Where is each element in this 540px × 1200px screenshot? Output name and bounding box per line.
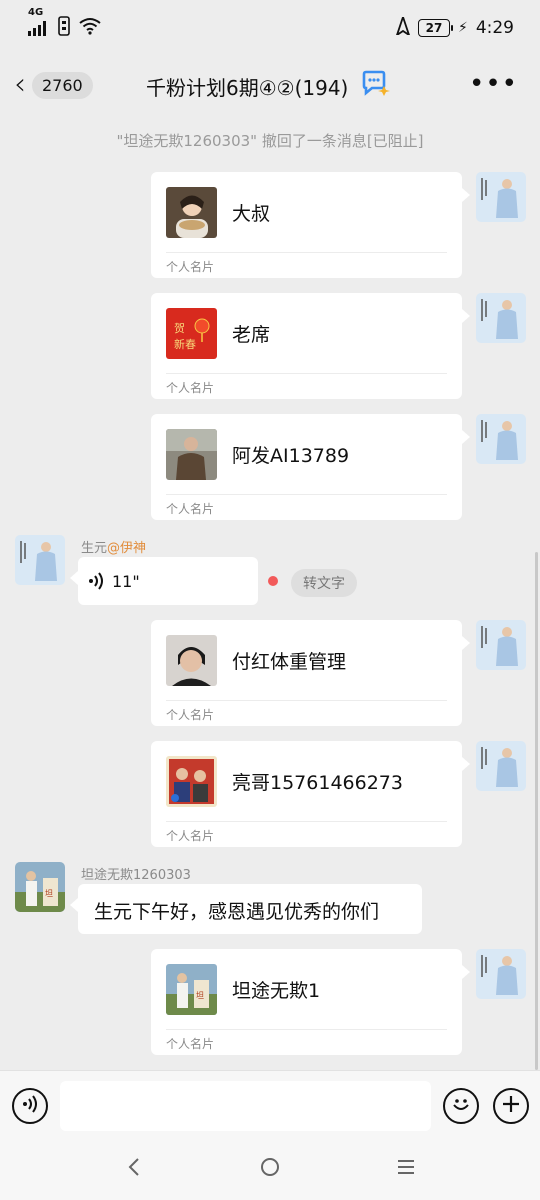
ai-chat-icon[interactable]	[360, 70, 390, 98]
message-input[interactable]	[60, 1081, 431, 1131]
signal-icon: 4G	[28, 8, 50, 36]
voice-input-button[interactable]	[12, 1088, 48, 1124]
card-type-label: 个人名片	[166, 829, 215, 843]
back-button[interactable]: ‹ 2760	[14, 68, 93, 102]
contact-name: 阿发AI13789	[232, 445, 350, 467]
svg-text:坦: 坦	[196, 991, 204, 1000]
my-avatar[interactable]	[476, 172, 526, 222]
nav-home-icon[interactable]	[259, 1156, 281, 1184]
sender-name: 生元@伊神	[81, 537, 146, 556]
contact-name: 大叔	[232, 203, 271, 225]
divider	[166, 494, 447, 495]
system-message: "坦途无欺1260303" 撤回了一条消息[已阻止]	[116, 132, 424, 150]
emoji-button[interactable]	[443, 1088, 479, 1124]
location-icon	[395, 13, 411, 40]
contact-card[interactable]: 付红体重管理 个人名片	[151, 620, 470, 726]
clock: 4:29	[475, 18, 514, 38]
contact-avatar	[166, 756, 217, 807]
my-avatar[interactable]	[476, 949, 526, 999]
voice-message-bubble[interactable]: 11"	[70, 557, 258, 605]
contact-name: 老席	[232, 324, 271, 346]
sender-avatar[interactable]: 坦	[15, 862, 65, 912]
contact-card[interactable]: 阿发AI13789 个人名片	[151, 414, 470, 520]
sender-avatar[interactable]	[15, 535, 65, 585]
divider	[166, 373, 447, 374]
voice-duration: 11"	[112, 572, 140, 591]
sim-icon	[58, 15, 70, 41]
contact-name: 坦途无欺1	[232, 980, 321, 1002]
text-message-bubble[interactable]: 生元下午好，感恩遇见优秀的你们	[70, 884, 422, 934]
my-avatar[interactable]	[476, 414, 526, 464]
contact-card[interactable]: 坦 坦途无欺1 个人名片	[151, 949, 470, 1055]
message-text: 生元下午好，感恩遇见优秀的你们	[94, 901, 380, 923]
contact-card[interactable]: 大叔 个人名片	[151, 172, 470, 278]
status-bar: 4G 27 ⚡ 4:29	[0, 0, 540, 56]
mention-text[interactable]: @伊神	[107, 541, 146, 556]
more-actions-button[interactable]	[493, 1088, 529, 1124]
chat-title: 千粉计划6期④②(194)	[146, 76, 349, 100]
card-type-label: 个人名片	[166, 381, 215, 395]
contact-avatar	[166, 429, 217, 480]
voice-wave-icon	[88, 571, 104, 596]
card-type-label: 个人名片	[166, 708, 215, 722]
divider	[166, 700, 447, 701]
chat-header: ‹ 2760 千粉计划6期④②(194) •••	[0, 56, 540, 114]
message-list[interactable]: "坦途无欺1260303" 撤回了一条消息[已阻止] 大叔 个人名片 贺新春 老…	[0, 114, 540, 1070]
emoji-icon	[450, 1093, 472, 1119]
card-type-label: 个人名片	[166, 1037, 215, 1051]
card-type-label: 个人名片	[166, 260, 215, 274]
contact-avatar	[166, 187, 217, 238]
plus-icon	[501, 1094, 521, 1118]
voice-icon	[21, 1094, 39, 1118]
divider	[166, 252, 447, 253]
scrollbar[interactable]	[535, 552, 538, 1070]
contact-name: 付红体重管理	[232, 651, 347, 673]
unread-count-badge: 2760	[32, 71, 93, 99]
contact-avatar	[166, 635, 217, 686]
system-nav-bar	[0, 1142, 540, 1200]
input-bar	[0, 1070, 540, 1142]
unread-voice-dot	[268, 576, 278, 586]
network-type: 4G	[28, 7, 44, 18]
contact-avatar: 坦	[166, 964, 217, 1015]
card-type-label: 个人名片	[166, 502, 215, 516]
contact-card[interactable]: 亮哥15761466273 个人名片	[151, 741, 470, 847]
sender-name-text: 生元	[81, 541, 108, 556]
nav-recents-icon[interactable]	[396, 1156, 416, 1184]
my-avatar[interactable]	[476, 741, 526, 791]
svg-text:坦: 坦	[45, 889, 53, 898]
nav-back-icon[interactable]	[126, 1156, 142, 1184]
wifi-icon	[78, 17, 102, 40]
sender-name: 坦途无欺1260303	[81, 868, 191, 883]
divider	[166, 1029, 447, 1030]
svg-text:贺: 贺	[174, 322, 185, 335]
charging-icon: ⚡	[457, 20, 468, 36]
my-avatar[interactable]	[476, 620, 526, 670]
contact-card[interactable]: 贺新春 老席 个人名片	[151, 293, 470, 399]
my-avatar[interactable]	[476, 293, 526, 343]
more-options-button[interactable]: •••	[469, 70, 518, 98]
chevron-left-icon: ‹	[14, 67, 26, 102]
contact-avatar: 贺新春	[166, 308, 217, 359]
divider	[166, 821, 447, 822]
svg-text:新春: 新春	[174, 337, 196, 351]
contact-name: 亮哥15761466273	[232, 772, 403, 794]
convert-to-text-button[interactable]: 转文字	[291, 569, 357, 597]
battery-indicator: 27	[417, 19, 453, 37]
